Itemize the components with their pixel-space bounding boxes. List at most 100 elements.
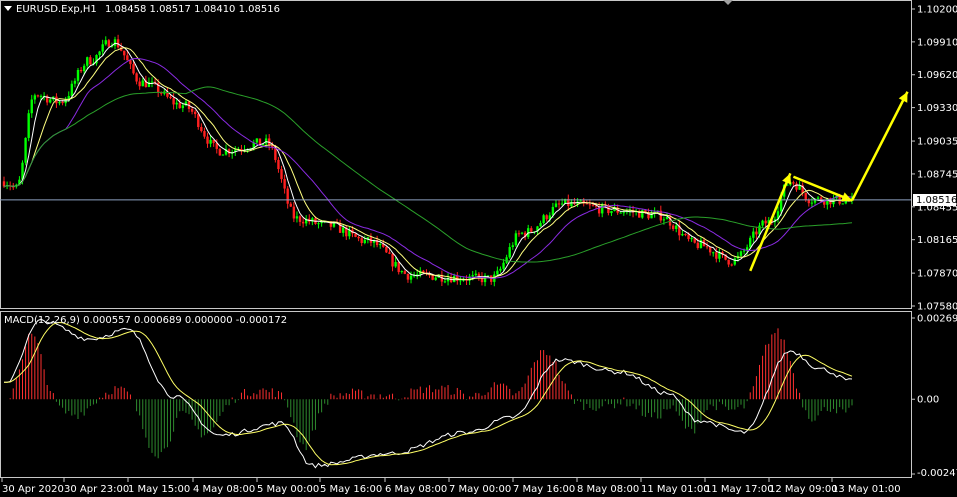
candle-body <box>76 70 80 81</box>
time-tick-label: 11 May 01:00 <box>641 484 710 495</box>
candle-body <box>394 261 397 267</box>
candle-body <box>459 280 462 282</box>
candle-body <box>101 44 104 52</box>
candle-body <box>496 270 499 275</box>
candle-body <box>280 169 283 180</box>
candle-body <box>178 102 181 109</box>
candle-body <box>86 57 89 66</box>
chart-background <box>0 0 957 497</box>
current-price-label: 1.08516 <box>916 195 957 206</box>
candle-body <box>474 273 477 276</box>
candle-body <box>511 245 514 248</box>
time-tick-label: 1 May 15:00 <box>128 484 190 495</box>
candle-body <box>841 203 844 205</box>
candle-body <box>197 114 200 127</box>
time-tick-label: 11 May 17:00 <box>705 484 774 495</box>
candle-body <box>601 204 604 214</box>
candle-body <box>295 216 299 219</box>
candle-body <box>363 239 366 244</box>
candle-body <box>730 264 733 266</box>
candle-body <box>209 139 212 144</box>
price-tick-label: 1.07580 <box>917 302 957 313</box>
candle-body <box>739 251 743 256</box>
candle-body <box>135 73 138 82</box>
candle-body <box>400 271 403 273</box>
candle-body <box>742 250 746 252</box>
candle-body <box>705 246 709 248</box>
candle-body <box>317 223 320 225</box>
candle-body <box>804 192 807 200</box>
candle-body <box>560 203 564 205</box>
candle-body <box>471 275 474 277</box>
candle-body <box>181 105 185 109</box>
candle-body <box>619 212 622 214</box>
candle-body <box>283 179 286 189</box>
candle-body <box>218 148 222 156</box>
candle-body <box>662 219 666 221</box>
macd-title: MACD(12,26,9) 0.000557 0.000689 0.000000… <box>4 315 287 326</box>
candle-body <box>551 206 555 216</box>
candle-body <box>755 231 758 235</box>
candle-body <box>579 200 582 202</box>
time-tick-label: 30 Apr 2020 <box>2 484 64 495</box>
candle-body <box>712 252 715 254</box>
candle-body <box>138 81 141 87</box>
candle-body <box>406 273 410 280</box>
candle-body <box>391 253 394 267</box>
candle-body <box>123 50 126 56</box>
candle-body <box>200 126 203 132</box>
candle-body <box>733 258 737 265</box>
candle-body <box>289 203 292 207</box>
candle-body <box>39 95 43 97</box>
candle-body <box>33 95 37 100</box>
candle-body <box>126 55 129 61</box>
candle-body <box>298 216 302 222</box>
candle-body <box>752 231 755 238</box>
candle-body <box>434 277 437 280</box>
candle-body <box>277 159 280 170</box>
candle-body <box>292 206 296 219</box>
candle-body <box>385 246 388 253</box>
candle-body <box>696 242 700 249</box>
candle-body <box>539 222 542 227</box>
candle-body <box>681 234 684 236</box>
candle-body <box>554 203 558 207</box>
candle-body <box>499 268 502 271</box>
candle-body <box>517 233 521 235</box>
candle-body <box>622 212 626 214</box>
price-tick-label: 1.07870 <box>917 269 957 280</box>
time-tick-label: 7 May 00:00 <box>449 484 511 495</box>
candle-body <box>203 131 206 137</box>
candle-body <box>379 244 382 246</box>
candle-body <box>98 51 101 56</box>
candle-body <box>58 101 61 104</box>
candle-body <box>190 108 194 112</box>
candle-body <box>388 252 391 254</box>
candle-body <box>727 259 730 265</box>
macd-tick-label: 0.00 <box>917 395 939 406</box>
trading-chart[interactable]: EURUSD.Exp,H1 1.08458 1.08517 1.08410 1.… <box>0 0 957 497</box>
candle-body <box>172 98 175 105</box>
candle-body <box>816 197 820 199</box>
price-tick-label: 1.09035 <box>917 137 957 148</box>
candle-body <box>61 101 64 104</box>
candle-body <box>360 238 363 244</box>
price-tick-label: 1.09330 <box>917 103 957 114</box>
candle-body <box>749 237 752 248</box>
candle-body <box>107 40 111 47</box>
candle-body <box>175 102 178 105</box>
time-tick-label: 30 Apr 23:00 <box>64 484 129 495</box>
candle-body <box>715 252 718 259</box>
candle-body <box>502 262 505 269</box>
candle-body <box>795 183 798 190</box>
candle-body <box>665 216 669 220</box>
candle-body <box>585 203 589 205</box>
candle-body <box>545 215 548 220</box>
time-tick-label: 13 May 01:00 <box>832 484 901 495</box>
candle-body <box>530 228 533 232</box>
candle-body <box>27 113 30 138</box>
candle-body <box>687 234 690 240</box>
candle-body <box>588 204 592 206</box>
price-tick-label: 1.10200 <box>917 5 957 16</box>
time-tick-label: 8 May 08:00 <box>577 484 639 495</box>
